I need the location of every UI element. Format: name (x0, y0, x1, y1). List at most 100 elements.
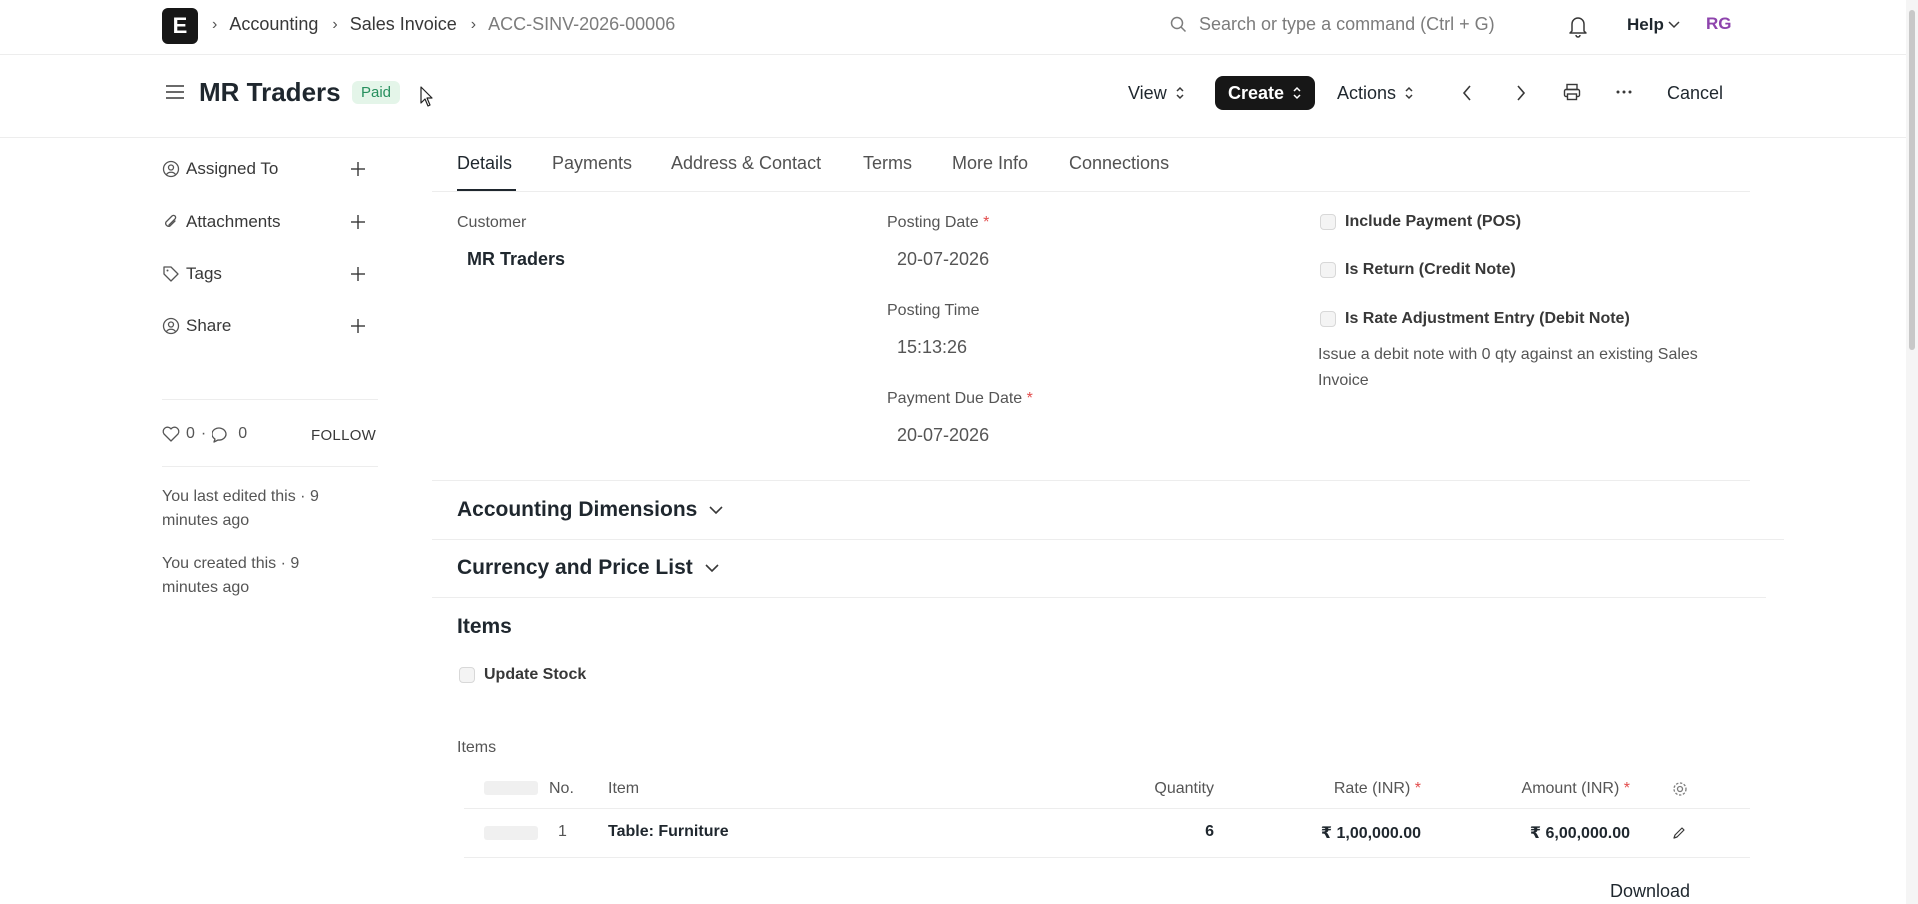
gear-icon[interactable] (1672, 781, 1688, 797)
tab-connections[interactable]: Connections (1069, 153, 1169, 174)
tab-terms[interactable]: Terms (863, 153, 912, 174)
section-divider (432, 480, 1750, 481)
customer-value[interactable]: MR Traders (467, 249, 565, 270)
section-title: Currency and Price List (457, 556, 693, 579)
help-menu-button[interactable]: Help (1627, 15, 1680, 35)
page-scrollbar[interactable] (1906, 0, 1918, 904)
chevron-right-icon: › (332, 15, 338, 33)
sidebar-tags[interactable]: Tags (162, 264, 372, 284)
next-doc-icon[interactable] (1515, 83, 1527, 103)
rate-adjustment-checkbox[interactable] (1320, 311, 1336, 327)
row-rate[interactable]: ₹ 1,00,000.00 (1321, 823, 1421, 843)
column-header-quantity: Quantity (1154, 780, 1214, 797)
sidebar-label: Tags (186, 264, 222, 283)
breadcrumb-accounting[interactable]: Accounting (229, 14, 318, 35)
top-navbar: E › Accounting › Sales Invoice › ACC-SIN… (0, 0, 1918, 55)
share-user-icon (162, 317, 180, 335)
help-label: Help (1627, 15, 1664, 34)
print-icon[interactable] (1563, 83, 1581, 101)
active-tab-indicator (457, 189, 516, 191)
posting-date-label-text: Posting Date (887, 214, 979, 231)
up-down-chevron-icon (1293, 86, 1301, 100)
breadcrumb-current-doc[interactable]: ACC-SINV-2026-00006 (488, 14, 675, 35)
tab-address-contact[interactable]: Address & Contact (671, 153, 821, 174)
scrollbar-thumb[interactable] (1909, 10, 1915, 350)
add-attachment-icon[interactable] (350, 214, 366, 230)
chevron-right-icon: › (470, 15, 477, 33)
items-table-label: Items (457, 739, 497, 756)
breadcrumb: › Accounting › Sales Invoice › ACC-SINV-… (212, 14, 689, 35)
due-date-value[interactable]: 20-07-2026 (897, 425, 989, 446)
last-edited-note: You last edited this · 9 minutes ago (162, 488, 319, 529)
posting-time-value[interactable]: 15:13:26 (897, 337, 967, 358)
table-row[interactable]: 1 Table: Furniture 6 ₹ 1,00,000.00 ₹ 6,0… (464, 810, 1750, 858)
tag-icon (163, 266, 179, 282)
heart-icon[interactable] (162, 426, 180, 442)
row-quantity[interactable]: 6 (1205, 823, 1214, 841)
is-return-label: Is Return (Credit Note) (1345, 261, 1516, 278)
sidebar-label: Attachments (186, 212, 281, 231)
sidebar-share[interactable]: Share (162, 316, 372, 336)
items-section-heading: Items (457, 615, 512, 638)
page-title: MR Traders (199, 77, 341, 107)
posting-date-value[interactable]: 20-07-2026 (897, 249, 989, 270)
update-stock-checkbox[interactable] (459, 667, 475, 683)
tab-payments[interactable]: Payments (552, 153, 632, 174)
comments-count: 0 (238, 425, 248, 442)
mouse-cursor-icon (420, 86, 433, 107)
edit-row-icon[interactable] (1672, 826, 1686, 840)
view-button[interactable]: View (1128, 76, 1185, 110)
tab-details[interactable]: Details (457, 153, 512, 174)
update-stock-label: Update Stock (484, 666, 587, 683)
likes-count: 0 (186, 425, 195, 442)
include-payment-checkbox[interactable] (1320, 214, 1336, 230)
section-divider (432, 597, 1766, 598)
sidebar-divider (162, 466, 378, 467)
add-assignee-icon[interactable] (350, 161, 366, 177)
hamburger-menu-icon[interactable] (165, 84, 185, 100)
column-header-no: No. (549, 780, 574, 797)
row-item[interactable]: Table: Furniture (608, 823, 729, 841)
more-options-icon[interactable] (1616, 90, 1632, 94)
search-icon (1170, 16, 1187, 33)
is-return-checkbox[interactable] (1320, 262, 1336, 278)
include-payment-label: Include Payment (POS) (1345, 213, 1522, 230)
notification-bell-icon[interactable] (1567, 14, 1589, 38)
create-button[interactable]: Create (1215, 76, 1315, 110)
sidebar-assigned-to[interactable]: Assigned To (162, 159, 372, 179)
actions-button[interactable]: Actions (1337, 76, 1414, 110)
amount-header-text: Amount (INR) (1521, 780, 1620, 797)
select-all-checkbox[interactable] (484, 781, 538, 795)
row-amount[interactable]: ₹ 6,00,000.00 (1530, 823, 1630, 843)
previous-doc-icon[interactable] (1461, 83, 1473, 103)
posting-date-label: Posting Date * (887, 214, 989, 232)
required-marker: * (1414, 780, 1421, 797)
up-down-chevron-icon (1176, 86, 1184, 100)
add-tag-icon[interactable] (350, 266, 366, 282)
download-button[interactable]: Download (1610, 881, 1690, 902)
rate-adjustment-label: Is Rate Adjustment Entry (Debit Note) (1345, 310, 1630, 327)
section-divider (432, 539, 1784, 540)
column-header-rate: Rate (INR) * (1334, 780, 1421, 798)
sidebar-label: Assigned To (186, 159, 279, 178)
row-number: 1 (558, 823, 567, 840)
sidebar-label: Share (186, 316, 232, 335)
rate-header-text: Rate (INR) (1333, 780, 1411, 797)
search-placeholder: Search or type a command (Ctrl + G) (1199, 14, 1495, 34)
sidebar-attachments[interactable]: Attachments (162, 212, 372, 232)
cancel-button[interactable]: Cancel (1667, 76, 1723, 110)
accounting-dimensions-toggle[interactable]: Accounting Dimensions (457, 498, 723, 522)
follow-button[interactable]: FOLLOW (311, 427, 376, 444)
form-tabs: Details Payments Address & Contact Terms… (432, 137, 1750, 192)
currency-price-list-toggle[interactable]: Currency and Price List (457, 556, 719, 580)
created-note: You created this · 9 minutes ago (162, 555, 300, 596)
app-logo[interactable]: E (162, 8, 198, 44)
row-select-checkbox[interactable] (484, 826, 538, 840)
user-avatar[interactable]: RG (1706, 14, 1732, 34)
search-bar[interactable]: Search or type a command (Ctrl + G) (1170, 14, 1495, 35)
breadcrumb-sales-invoice[interactable]: Sales Invoice (350, 14, 457, 35)
tab-more-info[interactable]: More Info (952, 153, 1028, 174)
chevron-right-icon: › (212, 15, 218, 33)
comment-icon[interactable] (212, 426, 230, 443)
add-share-icon[interactable] (350, 318, 366, 334)
